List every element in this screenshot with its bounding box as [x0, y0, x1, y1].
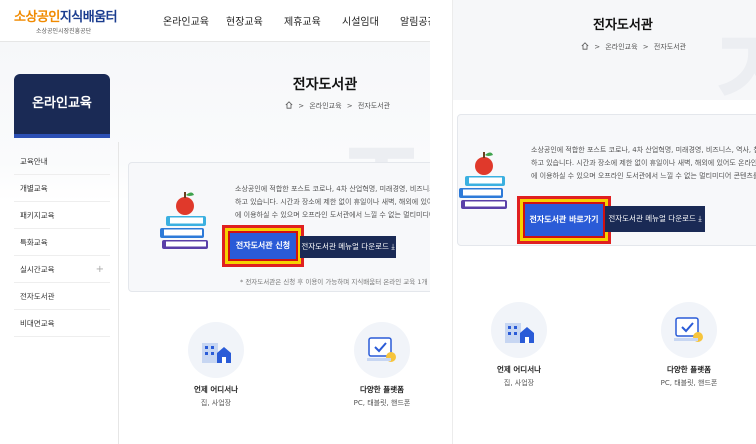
feature-anywhere: 언제 어디서나 집, 사업장	[479, 302, 559, 388]
sidebar-divider	[118, 142, 119, 444]
feature-subtitle: 집, 사업장	[200, 399, 232, 407]
sidebar-item-label: 비대면교육	[20, 319, 55, 328]
sidebar-item-education-guide[interactable]: 교육안내	[14, 148, 110, 175]
feature-platforms: 다양한 플랫폼 PC, 태블릿, 핸드폰	[649, 302, 729, 388]
page-title: 전자도서관	[292, 77, 358, 93]
sidebar-item-label: 패키지교육	[20, 211, 55, 220]
nav-onsite-education[interactable]: 현장교육	[226, 13, 263, 28]
breadcrumb-item[interactable]: 온라인교육	[309, 102, 341, 110]
feature-title: 다양한 플랫폼	[666, 365, 711, 374]
breadcrumb: > 온라인교육 > 전자도서관	[581, 42, 686, 52]
sidebar-item-live-education[interactable]: 실시간교육 +	[14, 256, 110, 283]
books-apple-icon	[459, 152, 507, 209]
building-icon	[202, 343, 231, 363]
sidebar-item-e-library[interactable]: 전자도서관	[14, 283, 110, 310]
sidebar-item-package-education[interactable]: 패키지교육	[14, 202, 110, 229]
breadcrumb-separator: >	[642, 43, 649, 51]
manual-download-label: 전자도서관 메뉴얼 다운로드	[608, 214, 696, 223]
manual-download-button[interactable]: 전자도서관 메뉴얼 다운로드 ⤓	[605, 206, 705, 232]
e-library-description: 소상공인에 적합한 포스트 코로나, 4차 산업혁명, 미래경영, 비즈니스, …	[235, 183, 430, 222]
breadcrumb-item-current: 전자도서관	[357, 102, 391, 110]
breadcrumb-item[interactable]: 온라인교육	[605, 43, 637, 51]
logo-text-b: 지식배움터	[59, 10, 118, 25]
building-icon	[505, 323, 534, 343]
expand-plus-icon[interactable]: +	[96, 256, 104, 283]
highlight-box: 전자도서관 신청	[222, 225, 304, 267]
device-icon	[367, 337, 396, 362]
description-line: 에 이용하실 수 있으며 오프라인 도서관에서 느낄 수 없는 멀티미디어 콘텐…	[531, 172, 756, 180]
feature-icon-bg	[188, 322, 244, 378]
sidebar-item-label: 특화교육	[20, 238, 48, 247]
feature-title: 언제 어디서나	[193, 385, 238, 394]
sidebar-item-special-education[interactable]: 특화교육	[14, 229, 110, 256]
top-header: 소상공인지식배움터 소상공인시장진흥공단 온라인교육 현장교육 제휴교육 시설임…	[0, 0, 430, 42]
sidebar-title: 온라인교육	[14, 74, 110, 138]
sidebar-menu: 교육안내 개별교육 패키지교육 특화교육 실시간교육 + 전자도서관 비대면교육	[14, 148, 110, 337]
sidebar-item-label: 개별교육	[20, 184, 48, 193]
sidebar-item-label: 교육안내	[20, 157, 48, 166]
breadcrumb-separator: >	[346, 102, 353, 110]
feature-platforms: 다양한 플랫폼 PC, 태블릿, 핸드폰	[342, 322, 422, 408]
highlight-box: 전자도서관 바로가기	[517, 196, 611, 244]
description-line: 에 이용하실 수 있으며 오프라인 도서관에서 느낄 수 없는 멀티미디어 콘	[235, 211, 430, 219]
logo-text-a: 소상공인	[14, 10, 60, 25]
sidebar-item-untact-education[interactable]: 비대면교육	[14, 310, 110, 337]
right-screenshot-panel: ㅈ 전자도서관 > 온라인교육 > 전자도서관 소상공인에 적합한 포스트 코로…	[452, 0, 756, 444]
e-library-note: * 전자도서관은 신청 후 이용이 가능하며 지식배움터 온라인 교육 1개 이…	[240, 278, 430, 286]
breadcrumb-separator: >	[298, 102, 305, 110]
feature-title: 언제 어디서나	[496, 365, 541, 374]
apply-e-library-button[interactable]: 전자도서관 신청	[228, 231, 298, 261]
site-logo[interactable]: 소상공인지식배움터 소상공인시장진흥공단	[14, 6, 118, 35]
download-icon: ⤓	[698, 214, 702, 223]
feature-icon-bg	[661, 302, 717, 358]
feature-subtitle: 집, 사업장	[503, 379, 535, 387]
manual-download-label: 전자도서관 메뉴얼 다운로드	[301, 242, 389, 251]
description-line: 하고 있습니다. 시간과 장소에 제한 없이 휴일이나 새벽, 해외에 있어도 …	[531, 159, 756, 167]
page-title: 전자도서관	[593, 18, 653, 33]
feature-subtitle: PC, 태블릿, 핸드폰	[353, 399, 411, 407]
feature-anywhere: 언제 어디서나 집, 사업장	[176, 322, 256, 408]
books-apple-icon	[160, 192, 208, 249]
home-icon[interactable]	[581, 42, 589, 50]
manual-download-button[interactable]: 전자도서관 메뉴얼 다운로드 ⤓	[300, 236, 396, 258]
sidebar-item-individual-education[interactable]: 개별교육	[14, 175, 110, 202]
nav-online-education[interactable]: 온라인교육	[163, 13, 209, 28]
nav-notice[interactable]: 알림공간	[400, 13, 430, 28]
feature-subtitle: PC, 태블릿, 핸드폰	[660, 379, 718, 387]
breadcrumb: > 온라인교육 > 전자도서관	[285, 101, 390, 111]
description-line: 하고 있습니다. 시간과 장소에 제한 없이 휴일이나 새벽, 해외에 있어도 …	[235, 198, 430, 206]
breadcrumb-separator: >	[594, 43, 601, 51]
go-to-e-library-button[interactable]: 전자도서관 바로가기	[523, 202, 605, 238]
home-icon[interactable]	[285, 101, 293, 109]
logo-subtitle: 소상공인시장진흥공단	[36, 28, 92, 35]
feature-icon-bg	[354, 322, 410, 378]
device-icon	[674, 317, 703, 342]
feature-icon-bg	[491, 302, 547, 358]
feature-title: 다양한 플랫폼	[359, 385, 404, 394]
left-screenshot-panel: ㅈ 소상공인지식배움터 소상공인시장진흥공단 온라인교육 현장교육 제휴교육 시…	[0, 0, 430, 444]
download-icon: ⤓	[391, 242, 395, 251]
nav-facility-rental[interactable]: 시설임대	[342, 13, 379, 28]
sidebar-item-label: 전자도서관	[20, 292, 55, 301]
description-line: 소상공인에 적합한 포스트 코로나, 4차 산업혁명, 미래경영, 비즈니스, …	[235, 185, 430, 193]
nav-partner-education[interactable]: 제휴교육	[284, 13, 321, 28]
description-line: 소상공인에 적합한 포스트 코로나, 4차 산업혁명, 미래경영, 비즈니스, …	[531, 146, 756, 154]
e-library-description: 소상공인에 적합한 포스트 코로나, 4차 산업혁명, 미래경영, 비즈니스, …	[531, 144, 756, 183]
breadcrumb-item-current: 전자도서관	[653, 43, 687, 51]
sidebar-item-label: 실시간교육	[20, 265, 55, 274]
